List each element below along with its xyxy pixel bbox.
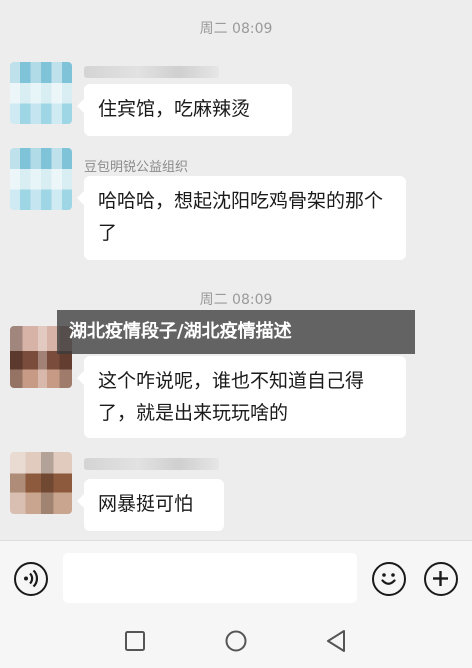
sender-name-blurred bbox=[84, 458, 219, 470]
message-text: 网暴挺可怕 bbox=[98, 493, 194, 515]
avatar[interactable] bbox=[10, 452, 72, 514]
message-bubble[interactable]: 住宾馆，吃麻辣烫 bbox=[77, 84, 292, 136]
message-bubble[interactable]: 哈哈哈，想起沈阳吃鸡骨架的那个了 bbox=[77, 176, 406, 260]
voice-icon[interactable] bbox=[14, 562, 48, 596]
back-triangle-icon[interactable] bbox=[327, 630, 345, 652]
avatar[interactable] bbox=[10, 148, 72, 210]
circle-nav-icon[interactable] bbox=[225, 630, 247, 652]
input-bar bbox=[0, 540, 472, 618]
system-navigation-bar bbox=[0, 618, 472, 668]
message-bubble[interactable]: 网暴挺可怕 bbox=[77, 479, 224, 531]
sender-name-blurred bbox=[84, 66, 219, 78]
message-input[interactable] bbox=[63, 553, 357, 603]
square-nav-icon[interactable] bbox=[125, 631, 145, 651]
overlay-title: 湖北疫情段子/湖北疫情描述 bbox=[69, 321, 292, 342]
chat-area[interactable]: 周二 08:09 住宾馆，吃麻辣烫 豆包明锐公益组织 哈哈哈，想起沈阳吃鸡骨架的… bbox=[0, 0, 472, 540]
timestamp: 周二 08:09 bbox=[199, 292, 273, 308]
emoji-icon[interactable] bbox=[372, 562, 406, 596]
title-overlay-banner: 湖北疫情段子/湖北疫情描述 bbox=[57, 310, 415, 354]
sender-name: 豆包明锐公益组织 bbox=[84, 160, 189, 175]
message-bubble[interactable]: 这个咋说呢，谁也不知道自己得了，就是出来玩玩啥的 bbox=[77, 356, 406, 438]
plus-icon[interactable] bbox=[424, 562, 458, 596]
timestamp: 周二 08:09 bbox=[199, 21, 273, 37]
message-text: 住宾馆，吃麻辣烫 bbox=[98, 98, 251, 120]
avatar[interactable] bbox=[10, 62, 72, 124]
message-text: 哈哈哈，想起沈阳吃鸡骨架的那个了 bbox=[98, 190, 384, 244]
message-text: 这个咋说呢，谁也不知道自己得了，就是出来玩玩啥的 bbox=[98, 370, 365, 424]
